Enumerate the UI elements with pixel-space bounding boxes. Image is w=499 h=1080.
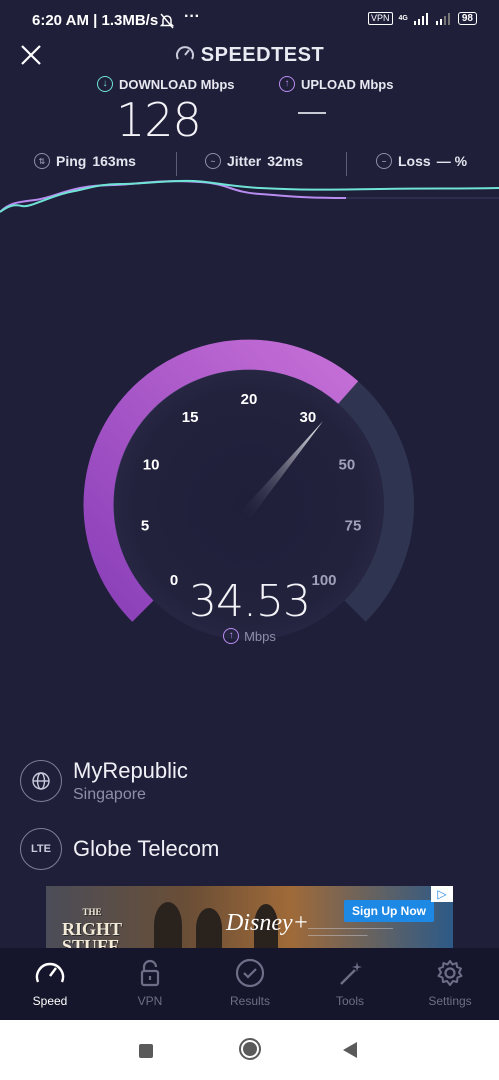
isp-row[interactable]: MyRepublic Singapore	[20, 758, 188, 804]
lte-badge: LTE	[20, 828, 62, 870]
status-icons: VPN 4G 98	[368, 12, 477, 25]
download-arrow-icon: ↓	[97, 76, 113, 92]
upload-label: ↑ UPLOAD Mbps	[279, 76, 393, 92]
status-time: 6:20 AM | 1.3MB/s	[32, 12, 159, 29]
current-speed-unit: ↑ Mbps	[0, 628, 499, 644]
globe-icon	[20, 760, 62, 802]
signal-icon	[413, 12, 428, 25]
gauge-tick-label: 15	[182, 409, 199, 426]
current-speed-value: 34.53	[189, 576, 311, 627]
speedometer-icon	[175, 46, 194, 60]
battery-icon: 98	[457, 12, 477, 25]
ping-icon: ⇅	[34, 153, 50, 169]
gauge-tick-label: 10	[143, 456, 160, 473]
system-nav-bar	[0, 1020, 499, 1080]
gauge-tick-label: 50	[339, 456, 356, 473]
nav-tools[interactable]: Tools	[300, 948, 400, 1020]
signal-icon-2	[435, 12, 450, 25]
gauge-tick-label: 20	[241, 391, 258, 408]
jitter-label: Jitter	[227, 153, 262, 169]
nav-settings[interactable]: Settings	[400, 948, 499, 1020]
app-title-text: SPEEDTEST	[200, 44, 325, 66]
magic-wand-icon	[340, 962, 362, 985]
back-button[interactable]	[343, 1042, 357, 1058]
gauge-tick-label: 5	[141, 518, 149, 535]
loss-icon: −	[376, 153, 392, 169]
app-title: SPEEDTEST	[0, 44, 499, 67]
status-bar: 6:20 AM | 1.3MB/s ··· VPN 4G 98	[0, 0, 499, 42]
bell-muted-icon	[160, 13, 174, 29]
nav-vpn[interactable]: VPN	[100, 948, 200, 1020]
more-dots-icon: ···	[184, 8, 200, 25]
bottom-nav: Speed VPN Results Tools Settings	[0, 948, 499, 1020]
isp-name: MyRepublic	[73, 758, 188, 783]
carrier-row[interactable]: LTE Globe Telecom	[20, 828, 219, 870]
jitter-value: 32ms	[267, 153, 304, 169]
isp-location: Singapore	[73, 786, 146, 803]
ad-banner[interactable]: THE RIGHT STUFF Disney+ Sign Up Now ▷ ──…	[46, 886, 453, 948]
jitter-icon: ~	[205, 153, 221, 169]
speedometer-icon	[35, 962, 65, 983]
home-button[interactable]	[239, 1038, 261, 1060]
ping-stat: ⇅ Ping 163ms	[34, 153, 136, 169]
network-type: 4G	[398, 15, 408, 22]
nav-results[interactable]: Results	[200, 948, 300, 1020]
upload-value-dash	[298, 112, 326, 114]
gauge-tick-label: 30	[300, 409, 317, 426]
nav-speed[interactable]: Speed	[0, 948, 100, 1020]
ad-brand: Disney+	[226, 910, 309, 936]
upload-arrow-icon: ↑	[279, 76, 295, 92]
speed-graph	[0, 179, 499, 213]
loss-value: — %	[436, 153, 468, 169]
ad-choices-icon[interactable]: ▷	[431, 886, 453, 902]
recents-button[interactable]	[139, 1044, 153, 1058]
ping-value: 163ms	[92, 153, 136, 169]
vpn-badge: VPN	[368, 12, 393, 25]
loss-stat: − Loss — %	[376, 153, 467, 169]
jitter-stat: ~ Jitter 32ms	[205, 153, 303, 169]
ad-signup-button[interactable]: Sign Up Now	[344, 900, 434, 922]
download-graph-line	[0, 179, 499, 213]
download-value: 128	[116, 93, 202, 147]
ad-fine-print: ──────────────────── ──────────────	[308, 926, 394, 939]
ad-figure	[154, 902, 182, 948]
upload-arrow-icon: ↑	[223, 628, 240, 644]
gauge-tick-label: 75	[345, 518, 362, 535]
loss-label: Loss	[398, 153, 431, 169]
carrier-name: Globe Telecom	[73, 836, 220, 861]
ping-label: Ping	[56, 153, 87, 169]
gear-icon	[437, 960, 463, 986]
check-circle-icon	[235, 958, 265, 988]
ad-title: THE RIGHT STUFF	[62, 907, 123, 948]
lock-icon	[140, 959, 160, 987]
download-label: ↓ DOWNLOAD Mbps	[97, 76, 235, 92]
ad-figure	[196, 908, 222, 948]
